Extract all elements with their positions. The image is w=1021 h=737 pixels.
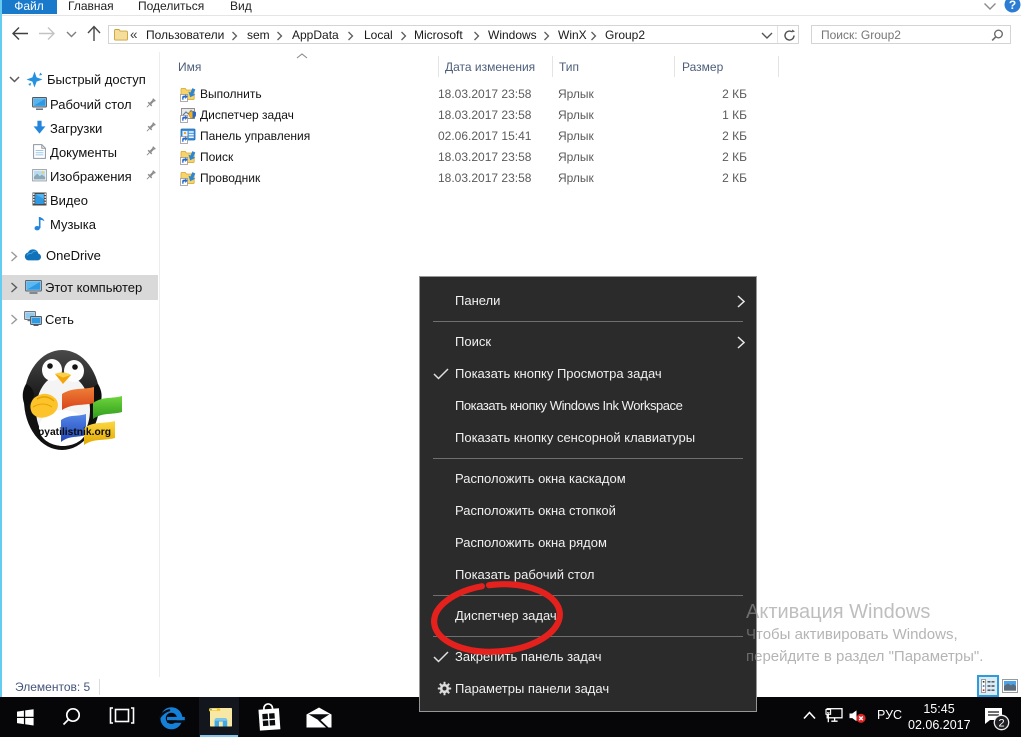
svg-text:pyatilistnik.org: pyatilistnik.org: [38, 426, 111, 438]
svg-text:2: 2: [998, 718, 1004, 730]
svg-text:?: ?: [1009, 0, 1016, 12]
